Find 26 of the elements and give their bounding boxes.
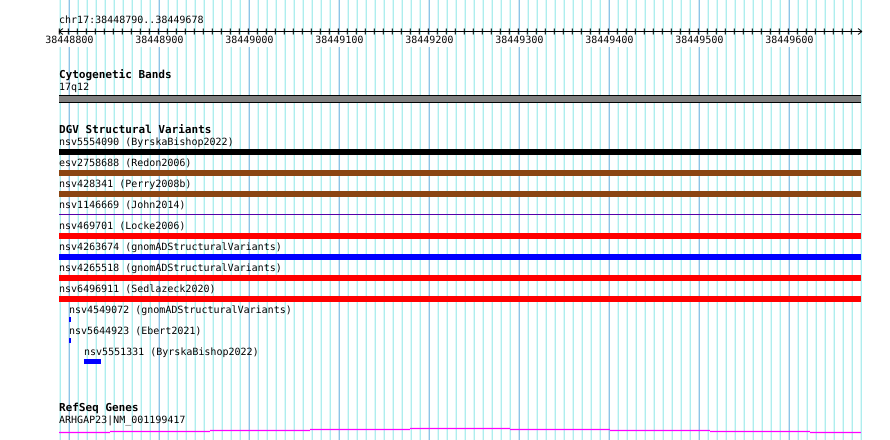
variant-label: nsv4263674 (gnomADStructuralVariants) xyxy=(59,241,282,254)
track-title: DGV Structural Variants xyxy=(59,124,212,136)
track-title: RefSeq Genes xyxy=(59,402,138,414)
variant-label: nsv469701 (Locke2006) xyxy=(59,220,186,233)
variant-label: nsv5554090 (ByrskaBishop2022) xyxy=(59,136,234,149)
ruler-tick-label: 38449500 xyxy=(675,35,724,47)
variant-label: nsv5551331 (ByrskaBishop2022) xyxy=(84,346,259,359)
variant-label: nsv428341 (Perry2008b) xyxy=(59,178,192,191)
region-label: chr17:38448790..38449678 xyxy=(59,14,204,27)
ruler-tick-label: 38449300 xyxy=(495,35,544,47)
variant-label: nsv1146669 (John2014) xyxy=(59,199,186,212)
variant-label: nsv4265518 (gnomADStructuralVariants) xyxy=(59,262,282,275)
variant-label: nsv4549072 (gnomADStructuralVariants) xyxy=(69,304,292,317)
track-title: Cytogenetic Bands xyxy=(59,69,172,81)
band-label: 17q12 xyxy=(59,81,90,94)
gene-label: ARHGAP23|NM_001199417 xyxy=(59,414,186,427)
variant-label: esv2758688 (Redon2006) xyxy=(59,157,192,170)
ruler-tick-label: 38449400 xyxy=(585,35,634,47)
ruler-tick-label: 38448800 xyxy=(45,35,94,47)
ruler-tick-label: 38449000 xyxy=(225,35,274,47)
ruler-tick-label: 38449200 xyxy=(405,35,454,47)
ruler-tick-label: 38449100 xyxy=(315,35,364,47)
variant-label: nsv6496911 (Sedlazeck2020) xyxy=(59,283,216,296)
ruler-tick-label: 38448900 xyxy=(135,35,184,47)
ruler-tick-label: 38449600 xyxy=(765,35,814,47)
variant-label: nsv5644923 (Ebert2021) xyxy=(69,325,202,338)
